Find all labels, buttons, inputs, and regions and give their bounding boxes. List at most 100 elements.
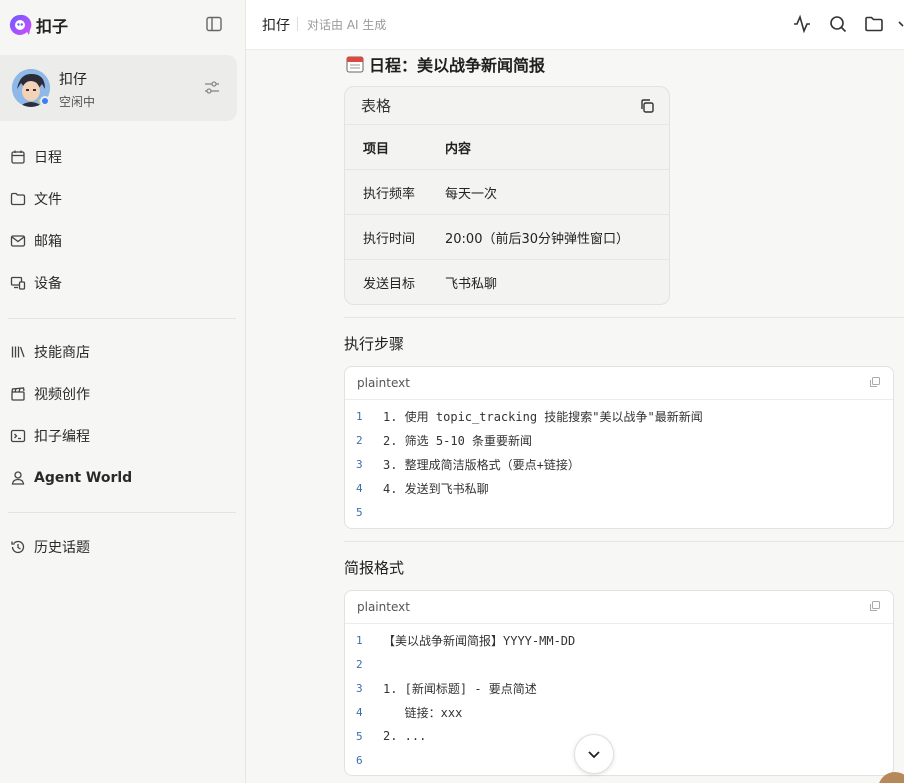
copy-icon[interactable] [639, 98, 655, 114]
sidebar-item-label: 日程 [34, 150, 62, 166]
code-line: 2 2. 筛选 5-10 条重要新闻 [345, 428, 893, 452]
line-number: 3 [356, 457, 363, 471]
doc-title: 日程：美以战争新闻简报 [346, 52, 545, 76]
table-cell: 执行时间 [363, 231, 416, 247]
folder-icon[interactable] [864, 14, 884, 34]
title-separator [297, 17, 298, 31]
sidebar: 扣子 扣仔 空闲中 日程 文件 邮箱 设备 技能商店 视频创作 扣子编程 Age… [0, 0, 246, 783]
sidebar-item-schedule[interactable]: 日程 [0, 141, 240, 173]
line-number: 3 [356, 681, 363, 695]
history-icon [11, 540, 25, 554]
table-cell: 发送目标 [363, 277, 416, 292]
table-cell: 每天一次 [445, 186, 498, 202]
sidebar-item-mail[interactable]: 邮箱 [0, 225, 240, 257]
table-row: 项目 内容 [345, 125, 669, 170]
code-line: 1 【美以战争新闻简报】YYYY-MM-DD [345, 628, 893, 652]
profile-name: 扣仔 [59, 72, 87, 88]
sidebar-item-label: 视频创作 [34, 387, 90, 403]
line-number: 4 [356, 481, 363, 495]
table-cell: 执行频率 [363, 186, 416, 202]
sidebar-divider [8, 512, 236, 513]
search-icon[interactable] [828, 14, 848, 34]
code-line: 3 1. [新闻标题] - 要点简述 [345, 676, 893, 700]
line-number: 4 [356, 705, 363, 719]
table-row: 发送目标 飞书私聊 [345, 260, 669, 304]
code-line: 6 [345, 748, 893, 772]
profile-status: 空闲中 [59, 95, 96, 109]
mail-icon [10, 235, 26, 247]
code-lang-label: plaintext [345, 591, 893, 624]
sidebar-item-agent-world[interactable]: Agent World [0, 462, 240, 494]
folder-icon [10, 192, 26, 206]
more-icon[interactable] [898, 14, 904, 34]
code-text: 链接：xxx [383, 705, 463, 720]
section-heading: 执行步骤 [344, 335, 405, 353]
code-text: 【美以战争新闻简报】YYYY-MM-DD [383, 633, 576, 648]
scroll-to-bottom-button[interactable] [574, 734, 614, 774]
line-number: 1 [356, 409, 363, 423]
table-label: 表格 [361, 97, 392, 115]
sidebar-item-label: 历史话题 [34, 540, 90, 556]
sidebar-item-video[interactable]: 视频创作 [0, 378, 240, 410]
code-text: 1. [新闻标题] - 要点简述 [383, 681, 537, 696]
sidebar-item-label: 扣子编程 [34, 429, 90, 445]
code-line: 1 1. 使用 topic_tracking 技能搜索"美以战争"最新新闻 [345, 404, 893, 428]
line-number: 5 [356, 505, 363, 519]
logo-icon [9, 14, 32, 35]
code-line: 4 链接：xxx [345, 700, 893, 724]
document-panel: 日程：美以战争新闻简报 表格 项目 内容 执行频率 每天一次 执行时间 20:0… [271, 50, 904, 783]
activity-icon[interactable] [792, 14, 812, 34]
sidebar-item-label: 邮箱 [34, 234, 62, 250]
calendar-emoji-icon [346, 56, 364, 73]
table-cell: 飞书私聊 [445, 277, 498, 292]
brand[interactable]: 扣子 [8, 12, 68, 38]
table-cell: 内容 [445, 141, 472, 157]
code-text: 2. 筛选 5-10 条重要新闻 [383, 433, 533, 448]
sidebar-item-skill-store[interactable]: 技能商店 [0, 336, 240, 368]
code-line: 3 3. 整理成简洁版格式（要点+链接） [345, 452, 893, 476]
sidebar-toggle-icon[interactable] [205, 15, 223, 33]
line-number: 1 [356, 633, 363, 647]
sidebar-item-devices[interactable]: 设备 [0, 267, 240, 299]
sidebar-divider [8, 318, 236, 319]
main-content: 日程：美以战争新闻简报 表格 项目 内容 执行频率 每天一次 执行时间 20:0… [246, 50, 904, 783]
sidebar-item-label: 设备 [34, 276, 62, 292]
line-number: 2 [356, 657, 363, 671]
copy-icon[interactable] [869, 600, 881, 612]
chevron-down-icon [588, 751, 600, 759]
code-line: 5 [345, 500, 893, 524]
code-text: 2. ... [383, 729, 427, 743]
terminal-icon [10, 429, 26, 443]
profile-card[interactable]: 扣仔 空闲中 [0, 55, 237, 121]
section-heading: 简报格式 [344, 559, 405, 577]
person-icon [11, 471, 25, 485]
sidebar-item-label: Agent World [34, 470, 133, 486]
info-table: 表格 项目 内容 执行频率 每天一次 执行时间 20:00（前后30分钟弹性窗口… [344, 86, 670, 305]
clapperboard-icon [11, 387, 25, 401]
table-cell: 20:00（前后30分钟弹性窗口） [445, 231, 630, 247]
ai-disclaimer: 对话由 AI 生成 [307, 18, 387, 32]
sidebar-item-coding[interactable]: 扣子编程 [0, 420, 240, 452]
sliders-icon[interactable] [203, 80, 221, 96]
top-bar: 扣仔 对话由 AI 生成 [246, 0, 904, 50]
doc-title-text: 日程：美以战争新闻简报 [369, 56, 546, 75]
code-lang: plaintext [357, 376, 410, 390]
code-block-format: plaintext 1 【美以战争新闻简报】YYYY-MM-DD 2 3 1. [新… [344, 590, 894, 776]
sidebar-item-label: 文件 [34, 192, 62, 208]
table-header-bar: 表格 [345, 87, 669, 125]
sidebar-item-history[interactable]: 历史话题 [0, 531, 240, 563]
code-lang: plaintext [357, 600, 410, 614]
section-divider [344, 541, 904, 542]
copy-icon[interactable] [869, 376, 881, 388]
code-text: 4. 发送到飞书私聊 [383, 481, 489, 496]
sidebar-item-files[interactable]: 文件 [0, 183, 240, 215]
line-number: 2 [356, 433, 363, 447]
app-name: 扣子 [36, 17, 69, 36]
sidebar-item-label: 技能商店 [34, 345, 90, 361]
code-line: 4 4. 发送到飞书私聊 [345, 476, 893, 500]
library-icon [11, 346, 25, 358]
device-icon [10, 276, 26, 290]
code-line: 5 2. ... [345, 724, 893, 748]
chat-title[interactable]: 扣仔 [262, 15, 290, 35]
code-line: 2 [345, 652, 893, 676]
